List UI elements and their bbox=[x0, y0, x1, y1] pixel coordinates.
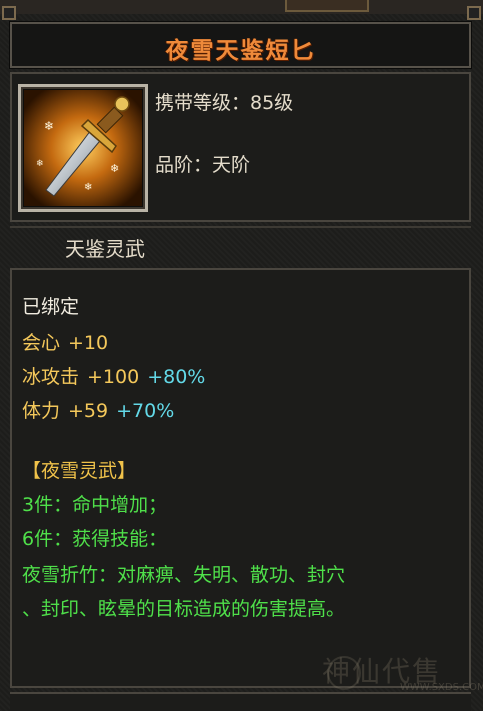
title-bar: 夜雪天鉴短匕 bbox=[9, 21, 472, 69]
set-bonus-line: 、封印、眩晕的目标造成的伤害提高。 bbox=[22, 598, 346, 620]
set-bonus-line: 6件：获得技能： bbox=[22, 528, 168, 550]
stat-name: 会心 bbox=[22, 332, 61, 354]
top-ornament bbox=[285, 0, 369, 12]
stat-line: 冰攻击 +100 +80% bbox=[22, 362, 205, 389]
corner-ornament-left bbox=[2, 6, 16, 20]
corner-ornament-right bbox=[467, 6, 481, 20]
item-category: 天鉴灵武 bbox=[65, 237, 145, 261]
svg-text:❄: ❄ bbox=[36, 159, 44, 169]
stat-name: 冰攻击 bbox=[22, 366, 80, 388]
svg-text:❄: ❄ bbox=[110, 162, 119, 175]
stat-line: 体力 +59 +70% bbox=[22, 396, 174, 423]
svg-text:❄: ❄ bbox=[44, 119, 54, 133]
carry-level: 携带等级：85级 bbox=[155, 92, 294, 114]
set-bonus-line: 3件：命中增加； bbox=[22, 494, 168, 516]
divider bbox=[10, 226, 471, 228]
dagger-icon[interactable]: ❄ ❄ ❄ ❄ bbox=[18, 84, 148, 212]
item-tooltip: 夜雪天鉴短匕 ❄ ❄ ❄ ❄ 携带等级：85级 品阶：天阶 天鉴灵武 已绑定 会… bbox=[0, 0, 483, 711]
stat-line: 会心 +10 bbox=[22, 328, 108, 355]
bound-status: 已绑定 bbox=[22, 296, 80, 318]
stat-name: 体力 bbox=[22, 400, 61, 422]
bottom-bar bbox=[10, 692, 471, 711]
stat-base-value: +10 bbox=[68, 332, 109, 354]
set-title: 【夜雪灵武】 bbox=[22, 460, 137, 482]
top-strip bbox=[0, 0, 483, 14]
set-bonus-line: 夜雪折竹：对麻痹、失明、散功、封穴 bbox=[22, 564, 346, 586]
stat-base-value: +100 bbox=[87, 366, 140, 388]
item-grade: 品阶：天阶 bbox=[155, 154, 251, 176]
item-title: 夜雪天鉴短匕 bbox=[165, 37, 316, 64]
stat-percent-value: +80% bbox=[147, 366, 206, 388]
svg-text:❄: ❄ bbox=[84, 182, 92, 193]
stat-percent-value: +70% bbox=[116, 400, 175, 422]
stat-base-value: +59 bbox=[68, 400, 109, 422]
